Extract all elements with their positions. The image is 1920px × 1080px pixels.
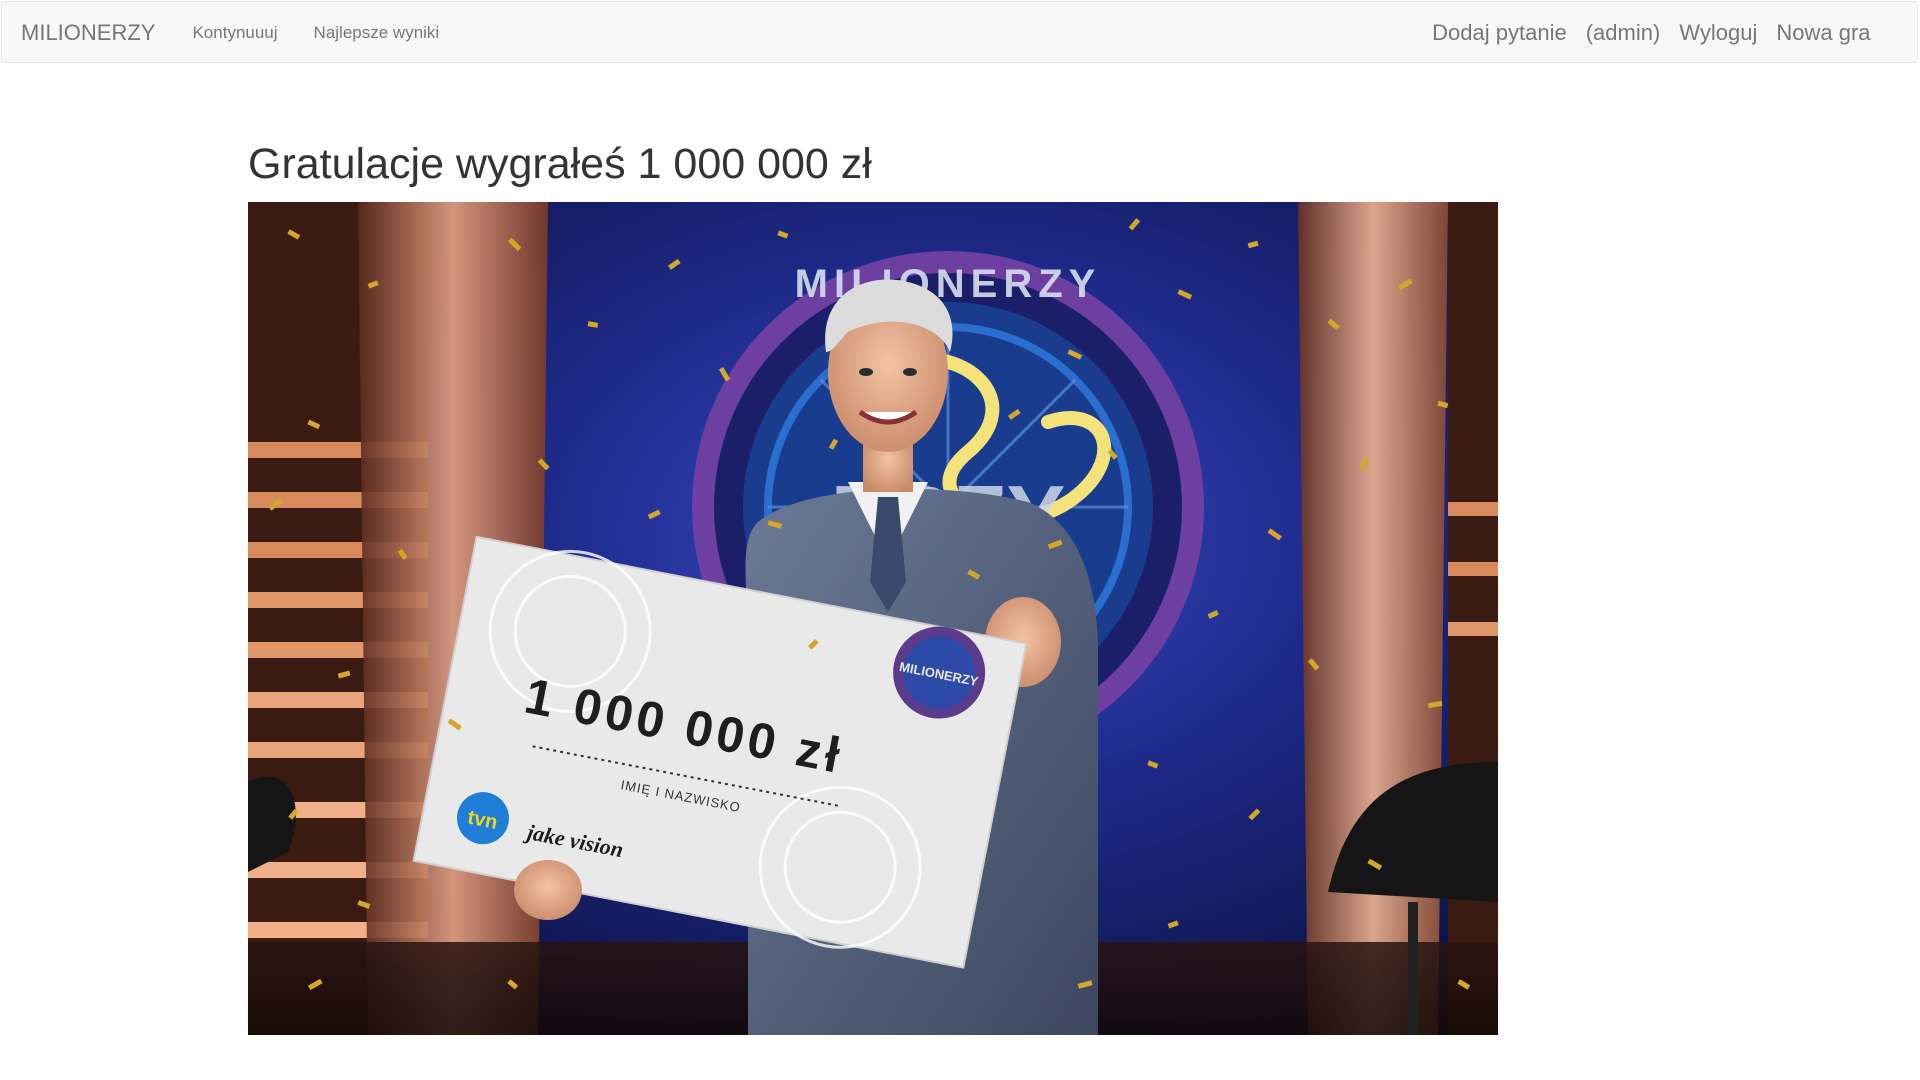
winner-photo: ERZY MILIONERZY	[248, 202, 1498, 1035]
page-title: Gratulacje wygrałeś 1 000 000 zł	[248, 140, 872, 188]
brand-link[interactable]: MILIONERZY	[2, 20, 174, 46]
nav-new-game-link[interactable]: Nowa gra	[1767, 20, 1880, 46]
navbar-left: MILIONERZY Kontynuuuj Najlepsze wyniki	[2, 2, 457, 64]
main-container: Gratulacje wygrałeś 1 000 000 zł MILIONE…	[248, 137, 1498, 1035]
top-navbar: MILIONERZY Kontynuuuj Najlepsze wyniki D…	[1, 1, 1918, 63]
nav-admin-link[interactable]: (admin)	[1576, 20, 1670, 46]
nav-logout-link[interactable]: Wyloguj	[1670, 20, 1767, 46]
nav-add-question-link[interactable]: Dodaj pytanie	[1423, 20, 1577, 46]
nav-continue-link[interactable]: Kontynuuuj	[174, 23, 295, 43]
navbar-right: Dodaj pytanie (admin) Wyloguj Nowa gra	[1423, 2, 1917, 64]
nav-best-scores-link[interactable]: Najlepsze wyniki	[296, 23, 458, 43]
